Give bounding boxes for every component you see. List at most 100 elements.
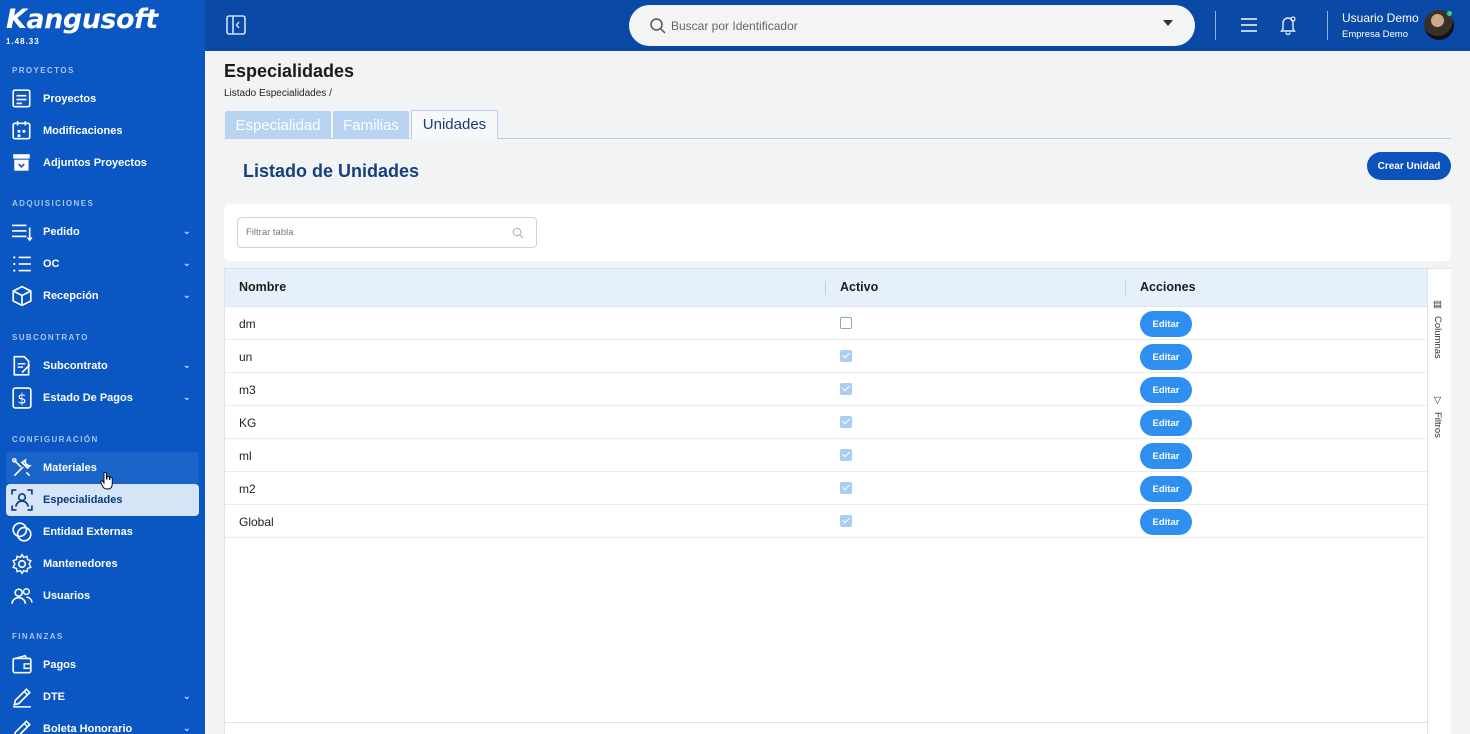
grid-side-panel: ▤ Columnas ▽ Filtros — [1427, 269, 1451, 734]
sidebar-item-entidad-externas[interactable]: Entidad Externas — [6, 516, 199, 548]
column-separator[interactable] — [825, 281, 826, 295]
sidebar-section-title: PROYECTOS — [12, 66, 75, 75]
pencil-icon — [14, 720, 31, 734]
sidebar-item-label: Mantenedores — [43, 558, 118, 570]
activo-checkbox[interactable] — [840, 416, 852, 428]
activo-checkbox[interactable] — [840, 449, 852, 461]
sidebar-item-recepcion[interactable]: Recepción ⌄ — [6, 280, 199, 312]
sidebar-item-oc[interactable]: OC ⌄ — [6, 248, 199, 280]
sidebar-section-title: ADQUISICIONES — [12, 199, 95, 208]
user-name[interactable]: Usuario Demo — [1342, 11, 1419, 25]
sidebar-toggle-icon[interactable] — [225, 14, 247, 36]
archive-icon — [13, 154, 30, 171]
bell-icon[interactable] — [1279, 15, 1297, 35]
chevron-down-icon[interactable]: ⌄ — [183, 290, 191, 301]
sidebar-item-label: Proyectos — [43, 93, 97, 105]
identifier-search-input[interactable] — [671, 18, 1151, 33]
wallet-icon — [12, 654, 32, 674]
sidebar-item-adjuntos-proyectos[interactable]: Adjuntos Proyectos — [6, 147, 199, 179]
sidebar-item-label: Materiales — [43, 462, 97, 474]
user-company: Empresa Demo — [1342, 29, 1408, 40]
projects-icon — [12, 89, 31, 108]
sidebar-item-proyectos[interactable]: Proyectos — [6, 83, 199, 115]
sidebar-section-title: FINANZAS — [12, 632, 64, 641]
table-filter[interactable] — [237, 217, 537, 248]
header-divider — [1327, 11, 1328, 40]
table-row[interactable]: dm Editar — [225, 307, 1427, 340]
checklist-icon — [13, 256, 31, 272]
chevron-down-icon[interactable] — [1163, 20, 1173, 26]
sidebar-item-modificaciones[interactable]: Modificaciones — [6, 115, 199, 147]
columns-panel-tab[interactable]: ▤ Columnas — [1432, 299, 1443, 359]
column-header-activo[interactable]: Activo — [840, 280, 878, 294]
contract-icon — [13, 355, 31, 376]
filter-funnel-icon: ▽ — [1432, 395, 1443, 406]
table-footer-divider — [225, 722, 1427, 723]
sidebar-item-label: OC — [43, 258, 60, 270]
cell-nombre: dm — [239, 317, 256, 331]
activo-checkbox[interactable] — [840, 482, 852, 494]
edit-button[interactable]: Editar — [1140, 377, 1192, 403]
edit-button[interactable]: Editar — [1140, 311, 1192, 337]
filter-card — [224, 204, 1451, 261]
tab-familias[interactable]: Familias — [333, 111, 409, 139]
sidebar-item-label: Estado De Pagos — [43, 392, 133, 404]
page-title: Especialidades — [224, 61, 355, 81]
activo-checkbox[interactable] — [840, 383, 852, 395]
sidebar-item-mantenedores[interactable]: Mantenedores — [6, 548, 199, 580]
cell-nombre: un — [239, 350, 253, 364]
table-filter-input[interactable] — [246, 227, 501, 238]
edit-button[interactable]: Editar — [1140, 509, 1192, 535]
sidebar-item-boleta-honorario[interactable]: Boleta Honorario ⌄ — [6, 713, 199, 734]
chevron-down-icon[interactable]: ⌄ — [183, 691, 191, 702]
cell-nombre: m3 — [239, 383, 256, 397]
cell-nombre: Global — [239, 515, 274, 529]
filters-tab-label: Filtros — [1432, 412, 1443, 438]
activo-checkbox[interactable] — [840, 515, 852, 527]
chevron-down-icon[interactable]: ⌄ — [183, 226, 191, 237]
tools-icon — [11, 457, 32, 477]
table-row[interactable]: m2 Editar — [225, 472, 1427, 505]
rings-icon — [12, 522, 32, 542]
column-header-nombre[interactable]: Nombre — [239, 280, 286, 294]
activo-checkbox[interactable] — [840, 350, 852, 362]
app-logo[interactable]: Kangusoft — [6, 4, 158, 35]
search-icon — [512, 227, 524, 239]
table-row[interactable]: m3 Editar — [225, 373, 1427, 406]
sidebar-section-title: CONFIGURACIÓN — [12, 435, 99, 444]
table-row[interactable]: Global Editar — [225, 505, 1427, 538]
column-separator[interactable] — [1125, 281, 1126, 295]
sidebar-item-subcontrato[interactable]: Subcontrato ⌄ — [6, 350, 199, 382]
column-header-acciones[interactable]: Acciones — [1140, 280, 1196, 294]
chevron-down-icon[interactable]: ⌄ — [183, 723, 191, 734]
identifier-search[interactable] — [629, 5, 1195, 46]
person-frame-icon — [11, 489, 33, 511]
sidebar-item-pedido[interactable]: Pedido ⌄ — [6, 216, 199, 248]
sidebar-item-estado-de-pagos[interactable]: $ Estado De Pagos ⌄ — [6, 382, 199, 414]
tab-unidades[interactable]: Unidades — [411, 110, 498, 139]
pencil-icon — [13, 688, 31, 708]
sidebar-item-pagos[interactable]: Pagos — [6, 649, 199, 681]
chevron-down-icon[interactable]: ⌄ — [183, 258, 191, 269]
sidebar-item-dte[interactable]: DTE ⌄ — [6, 681, 199, 713]
chevron-down-icon[interactable]: ⌄ — [183, 360, 191, 371]
table-row[interactable]: KG Editar — [225, 406, 1427, 439]
filters-panel-tab[interactable]: ▽ Filtros — [1432, 395, 1443, 438]
menu-icon[interactable] — [1240, 16, 1258, 34]
chevron-down-icon[interactable]: ⌄ — [183, 392, 191, 403]
edit-button[interactable]: Editar — [1140, 344, 1192, 370]
users-icon — [11, 588, 33, 604]
tab-especialidad[interactable]: Especialidad — [225, 111, 331, 139]
breadcrumb[interactable]: Listado Especialidades / — [224, 88, 332, 99]
sidebar-section-title: SUBCONTRATO — [12, 333, 89, 342]
edit-button[interactable]: Editar — [1140, 410, 1192, 436]
table-row[interactable]: ml Editar — [225, 439, 1427, 472]
sidebar-item-label: DTE — [43, 691, 65, 703]
edit-button[interactable]: Editar — [1140, 443, 1192, 469]
activo-checkbox[interactable] — [840, 317, 852, 329]
sidebar-item-usuarios[interactable]: Usuarios — [6, 580, 199, 612]
create-unit-button[interactable]: Crear Unidad — [1367, 152, 1451, 180]
edit-button[interactable]: Editar — [1140, 476, 1192, 502]
table-row[interactable]: un Editar — [225, 340, 1427, 373]
box-icon — [12, 285, 32, 307]
